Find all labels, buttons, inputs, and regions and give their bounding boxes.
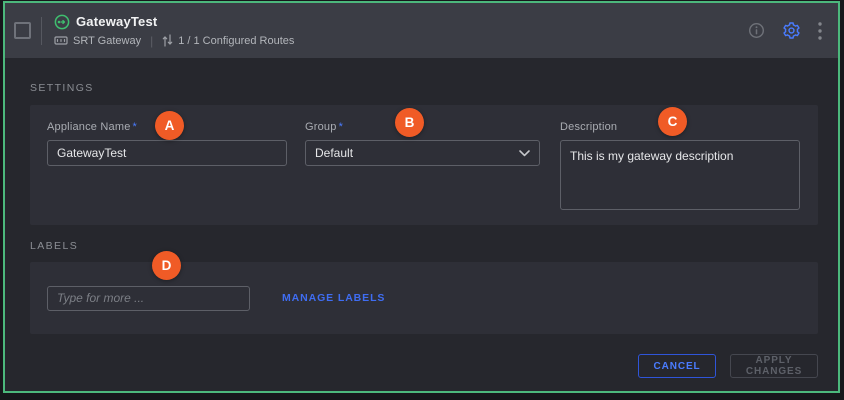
- configured-routes-label: 1 / 1 Configured Routes: [178, 35, 294, 47]
- gateway-card: GatewayTest SRT Gateway |: [3, 1, 840, 393]
- group-select[interactable]: Default: [305, 140, 540, 166]
- gear-icon[interactable]: [782, 21, 801, 40]
- header-main: GatewayTest SRT Gateway |: [54, 14, 294, 48]
- appliance-name-label: Appliance Name: [47, 121, 131, 133]
- labels-input[interactable]: [47, 286, 250, 311]
- settings-section-heading: SETTINGS: [30, 82, 818, 94]
- info-icon[interactable]: [748, 22, 765, 39]
- subtitle-separator: |: [150, 34, 153, 48]
- apply-changes-button: APPLY CHANGES: [730, 354, 818, 378]
- header-divider: [41, 17, 42, 45]
- screen: GatewayTest SRT Gateway |: [0, 0, 844, 400]
- manage-labels-link[interactable]: MANAGE LABELS: [282, 292, 385, 304]
- labels-panel: MANAGE LABELS: [30, 262, 818, 334]
- appliance-name-input[interactable]: [47, 140, 287, 166]
- group-label: Group: [305, 121, 337, 133]
- description-textarea[interactable]: [560, 140, 800, 210]
- description-field: Description: [560, 121, 800, 225]
- settings-panel: Appliance Name* Group* Default: [30, 105, 818, 225]
- select-checkbox[interactable]: [14, 22, 31, 39]
- cancel-button[interactable]: CANCEL: [638, 354, 716, 378]
- required-asterisk: *: [133, 121, 137, 133]
- appliance-icon: [54, 35, 68, 46]
- annotation-badge-a: A: [155, 111, 184, 140]
- gateway-title: GatewayTest: [76, 14, 157, 29]
- group-selected-value: Default: [315, 146, 353, 160]
- chevron-down-icon: [519, 150, 530, 157]
- kebab-menu-icon[interactable]: [818, 22, 822, 40]
- annotation-badge-b: B: [395, 108, 424, 137]
- connected-status-icon: [54, 14, 70, 30]
- group-field: Group* Default: [305, 121, 540, 225]
- annotation-badge-d: D: [152, 251, 181, 280]
- required-asterisk: *: [339, 121, 343, 133]
- annotation-badge-c: C: [658, 107, 687, 136]
- gateway-type-label: SRT Gateway: [73, 35, 141, 47]
- labels-section-heading: LABELS: [30, 240, 818, 252]
- header-actions: [748, 21, 822, 40]
- footer-actions: CANCEL APPLY CHANGES: [30, 354, 818, 378]
- routes-icon: [162, 34, 173, 47]
- description-label: Description: [560, 121, 617, 133]
- card-header: GatewayTest SRT Gateway |: [5, 3, 838, 58]
- card-body: SETTINGS Appliance Name* Group* Default: [5, 58, 838, 391]
